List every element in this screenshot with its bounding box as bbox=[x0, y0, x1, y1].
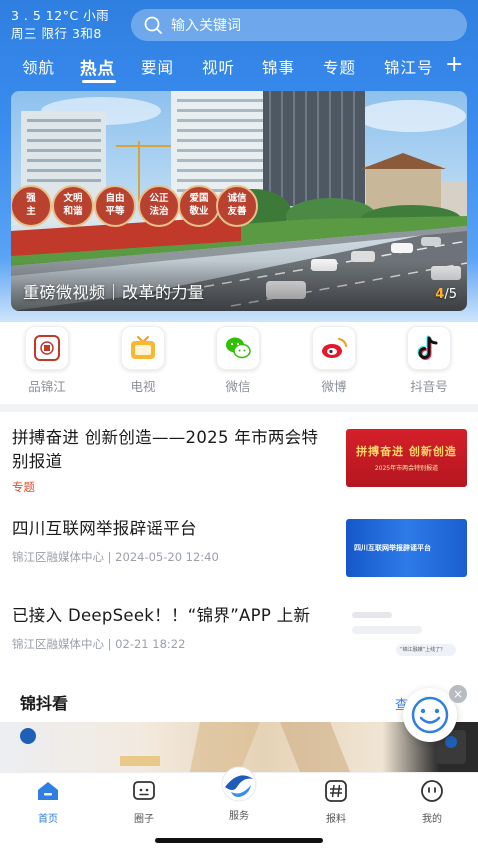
quick-link-label: 微博 bbox=[321, 379, 347, 394]
tab-linghang[interactable]: 领航 bbox=[22, 56, 55, 78]
barrel-word: 友善 bbox=[226, 205, 247, 217]
douyin-icon bbox=[407, 326, 451, 370]
quick-link-pinjinjiang[interactable]: 品锦江 bbox=[17, 326, 77, 395]
tab-shiting[interactable]: 视听 bbox=[202, 56, 235, 78]
search-bar[interactable]: 输入关键词 bbox=[131, 9, 467, 41]
barrel-word: 强 bbox=[26, 193, 36, 204]
tab-jinshi[interactable]: 锦事 bbox=[262, 56, 295, 78]
barrel-word: 文明 bbox=[62, 192, 83, 204]
nav-label: 圈子 bbox=[134, 814, 154, 825]
home-indicator bbox=[155, 838, 323, 843]
hash-icon bbox=[325, 780, 347, 802]
tab-zhuanti[interactable]: 专题 bbox=[323, 56, 356, 78]
news-thumbnail: 拼搏奋进 创新创造 2025年市两会特别报道 bbox=[346, 429, 467, 487]
wechat-icon bbox=[216, 326, 260, 370]
quick-link-label: 品锦江 bbox=[28, 379, 66, 394]
profile-icon bbox=[421, 780, 443, 802]
home-icon bbox=[38, 782, 58, 800]
quick-link-weibo[interactable]: 微博 bbox=[304, 326, 364, 395]
quick-link-label: 电视 bbox=[130, 379, 156, 394]
banner-pager-current: 4 bbox=[435, 287, 445, 302]
news-item[interactable]: 已接入 DeepSeek！！“锦界”APP 上新 锦江区融媒体中心 | 02-2… bbox=[12, 604, 468, 664]
tab-redian[interactable]: 热点 bbox=[80, 55, 115, 79]
thumbnail-headline: 拼搏奋进 创新创造 bbox=[356, 445, 457, 458]
seal-icon bbox=[25, 326, 69, 370]
nav-home[interactable]: 首页 bbox=[18, 779, 78, 825]
close-icon[interactable]: × bbox=[449, 685, 467, 703]
tv-icon bbox=[121, 326, 165, 370]
quick-link-tv[interactable]: 电视 bbox=[113, 326, 173, 395]
barrel-word: 爱国 bbox=[189, 192, 208, 204]
news-item[interactable]: 拼搏奋进 创新创造——2025 年市两会特别报道 专题 拼搏奋进 创新创造 20… bbox=[12, 426, 468, 496]
quick-links: 品锦江 电视 微信 微博 抖音号 bbox=[0, 322, 478, 400]
thumbnail-headline: 四川互联网举报辟谣平台 bbox=[354, 544, 431, 552]
nav-circle[interactable]: 圈子 bbox=[114, 779, 174, 825]
barrel-word: 平等 bbox=[105, 205, 125, 217]
barrel-word: 法治 bbox=[149, 205, 169, 217]
quick-link-label: 抖音号 bbox=[410, 379, 448, 394]
news-tag: 专题 bbox=[12, 480, 35, 494]
smiley-icon bbox=[411, 696, 449, 734]
banner-caption: 重磅微视频｜改革的力量 bbox=[23, 283, 205, 302]
nav-label: 我的 bbox=[422, 814, 442, 825]
banner-image: 强主 文明和谐 自由平等 公正法治 爱国敬业 诚信友善 bbox=[11, 91, 467, 311]
nav-label: 报料 bbox=[326, 814, 346, 825]
news-thumbnail: 四川互联网举报辟谣平台 bbox=[346, 519, 467, 577]
news-title: 拼搏奋进 创新创造——2025 年市两会特别报道 bbox=[12, 428, 319, 471]
quick-link-douyin[interactable]: 抖音号 bbox=[399, 326, 459, 395]
section-divider bbox=[0, 404, 478, 412]
quick-link-wechat[interactable]: 微信 bbox=[208, 326, 268, 395]
banner-pager: 4/5 bbox=[435, 287, 457, 302]
weather-info[interactable]: 3 . 5 12°C 小雨 周三 限行 3和8 bbox=[11, 7, 109, 43]
weather-line-date-temp: 3 . 5 12°C 小雨 bbox=[11, 8, 110, 23]
weibo-icon bbox=[312, 326, 356, 370]
nav-label: 首页 bbox=[38, 814, 58, 825]
news-meta: 锦江区融媒体中心 | 2024-05-20 12:40 bbox=[12, 550, 219, 564]
logo-icon bbox=[221, 766, 257, 802]
barrel-word: 诚信 bbox=[227, 192, 247, 204]
top-header: 3 . 5 12°C 小雨 周三 限行 3和8 输入关键词 领航 热点 要闻 视… bbox=[0, 0, 478, 322]
barrel-word: 和谐 bbox=[62, 205, 83, 217]
add-channel-icon[interactable]: + bbox=[445, 52, 463, 77]
tab-yaowen[interactable]: 要闻 bbox=[141, 56, 174, 78]
weather-line-traffic: 周三 限行 3和8 bbox=[11, 26, 102, 41]
search-input[interactable]: 输入关键词 bbox=[171, 15, 241, 35]
news-title: 已接入 DeepSeek！！“锦界”APP 上新 bbox=[12, 606, 311, 625]
search-icon bbox=[144, 16, 162, 34]
barrel-word: 敬业 bbox=[188, 205, 209, 217]
channel-tabs: 领航 热点 要闻 视听 锦事 专题 锦江号 + bbox=[0, 50, 478, 84]
news-meta: 锦江区融媒体中心 | 02-21 18:22 bbox=[12, 637, 186, 651]
nav-label: 服务 bbox=[229, 811, 249, 822]
tab-jinjianghao[interactable]: 锦江号 bbox=[384, 56, 434, 78]
news-item[interactable]: 四川互联网举报辟谣平台 锦江区融媒体中心 | 2024-05-20 12:40 … bbox=[12, 517, 468, 582]
active-tab-indicator bbox=[82, 80, 116, 83]
nav-service[interactable]: 服务 bbox=[209, 765, 269, 822]
barrel-word: 公正 bbox=[149, 193, 169, 204]
thumbnail-headline: “锦江融媒”上线了？ bbox=[400, 647, 446, 653]
thumbnail-subline: 2025年市两会特别报道 bbox=[374, 465, 439, 472]
circle-chat-icon bbox=[133, 781, 155, 800]
barrel-word: 自由 bbox=[105, 192, 124, 204]
banner-pager-total: /5 bbox=[444, 287, 457, 302]
section-title: 锦抖看 bbox=[20, 694, 69, 713]
nav-report[interactable]: 报料 bbox=[306, 779, 366, 825]
news-thumbnail: “锦江融媒”上线了？ bbox=[346, 604, 467, 664]
nav-profile[interactable]: 我的 bbox=[402, 779, 462, 825]
news-title: 四川互联网举报辟谣平台 bbox=[12, 519, 197, 538]
quick-link-label: 微信 bbox=[225, 379, 251, 394]
barrel-word: 主 bbox=[26, 205, 36, 217]
hero-banner[interactable]: 强主 文明 和谐 自由 平等 公正 法治 爱国 敬业 诚信 友善 重磅微视频｜改革的力量 4/5 bbox=[11, 91, 467, 311]
